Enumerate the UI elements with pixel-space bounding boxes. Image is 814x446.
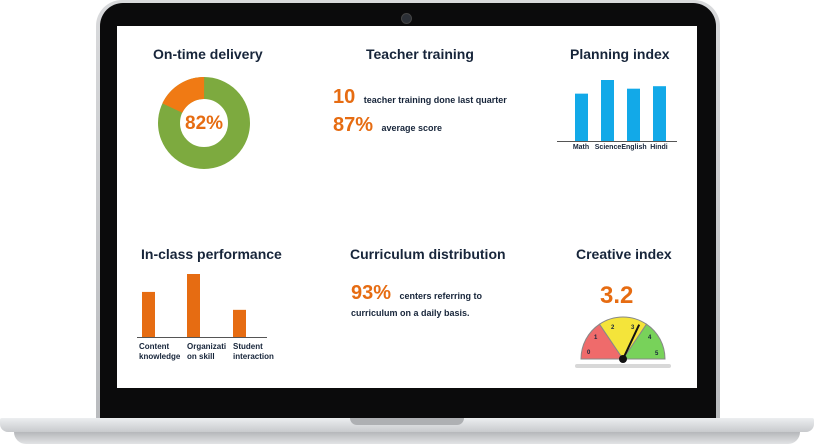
inclass-bar-3	[233, 309, 246, 338]
curriculum-text-2: curriculum on a daily basis.	[351, 308, 470, 318]
teacher-title: Teacher training	[366, 46, 474, 62]
planning-bar-english	[627, 88, 640, 142]
laptop-base	[0, 416, 814, 446]
planning-label-hindi: Hindi	[650, 144, 668, 151]
planning-axis-labels: Math Science English Hindi	[557, 144, 677, 154]
planning-bar-math	[575, 93, 588, 142]
planning-title: Planning index	[570, 46, 670, 62]
inclass-axis-labels: Content knowledge Organizati on skill Studen…	[137, 342, 287, 366]
inclass-label-1: Content knowledge	[139, 342, 181, 361]
inclass-label-2: Organizati on skill	[187, 342, 227, 361]
dashboard-screen: On-time delivery 82% Teacher training 10…	[117, 26, 697, 388]
planning-bar-science	[601, 80, 614, 142]
inclass-bar-1	[142, 291, 155, 338]
planning-label-math: Math	[572, 144, 590, 151]
inclass-label-3: Student interaction	[233, 342, 274, 361]
curriculum-title: Curriculum distribution	[350, 246, 506, 262]
gauge-base	[575, 364, 671, 368]
inclass-chart	[137, 274, 267, 338]
creative-gauge: 0 1 2 3 4 5	[580, 316, 666, 363]
teacher-stat-1: 10 teacher training done last quarter	[333, 86, 507, 109]
planning-label-english: English	[621, 144, 647, 151]
teacher-score-text: average score	[381, 123, 443, 133]
inclass-title: In-class performance	[141, 246, 282, 262]
laptop-base-bottom	[14, 432, 800, 444]
teacher-score: 87%	[333, 114, 374, 136]
ontime-title: On-time delivery	[153, 46, 263, 62]
camera-icon	[401, 13, 412, 24]
curriculum-text-1: centers referring to	[399, 291, 483, 301]
planning-label-science: Science	[594, 144, 622, 151]
planning-bar-hindi	[653, 86, 666, 142]
laptop-notch	[350, 418, 464, 425]
creative-value: 3.2	[600, 282, 634, 309]
teacher-stat-2: 87% average score	[333, 114, 442, 137]
teacher-count: 10	[333, 86, 356, 108]
inclass-bar-2	[187, 274, 200, 338]
creative-title: Creative index	[576, 246, 672, 262]
gauge-hub	[619, 355, 627, 363]
curriculum-stat: 93% centers referring to	[351, 282, 482, 305]
ontime-percent: 82%	[185, 113, 224, 134]
planning-chart	[557, 80, 677, 142]
teacher-count-text: teacher training done last quarter	[363, 95, 507, 105]
curriculum-value: 93%	[351, 282, 392, 304]
